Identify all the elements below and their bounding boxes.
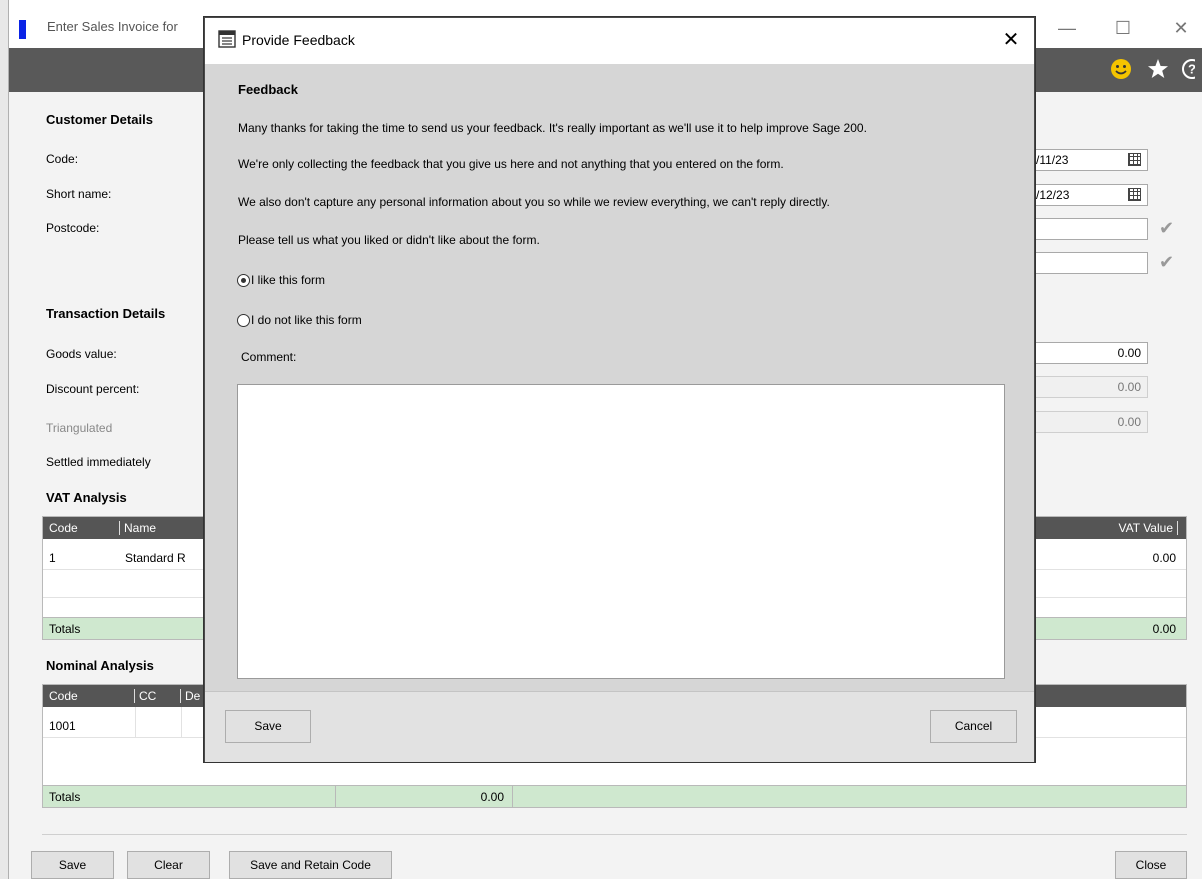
calendar-icon[interactable]	[1128, 153, 1141, 166]
like-radio[interactable]	[237, 274, 250, 287]
nominal-col-code[interactable]: Code	[49, 689, 78, 703]
discount-percent-label: Discount percent:	[46, 382, 140, 396]
transaction-details-heading: Transaction Details	[46, 306, 166, 321]
invoice-date-value: /11/23	[1036, 153, 1069, 167]
help-icon[interactable]: ?	[1181, 58, 1195, 82]
vat-row-code[interactable]: 1	[49, 551, 56, 565]
customer-details-heading: Customer Details	[46, 112, 153, 127]
goods-value-field[interactable]: 0.00	[1029, 342, 1148, 364]
dialog-close-icon[interactable]: ✕	[998, 26, 1024, 54]
minimize-icon[interactable]: —	[1053, 14, 1081, 42]
save-and-retain-code-button[interactable]: Save and Retain Code	[229, 851, 392, 879]
vat-row-name[interactable]: Standard R	[125, 551, 186, 565]
nominal-totals-value: 0.00	[480, 790, 504, 804]
smiley-icon[interactable]	[1109, 58, 1133, 82]
calendar-icon[interactable]	[1128, 188, 1141, 201]
feedback-paragraph-2: We're only collecting the feedback that …	[238, 157, 784, 171]
vat-totals-value: 0.00	[1152, 622, 1176, 636]
app-icon	[19, 20, 26, 39]
settled-immediately-label: Settled immediately	[46, 455, 151, 469]
dialog-footer: Save Cancel	[205, 691, 1034, 762]
short-name-label: Short name:	[46, 187, 112, 201]
postcode-label: Postcode:	[46, 221, 100, 235]
vat-row-value[interactable]: 0.00	[1153, 551, 1176, 565]
main-window-title: Enter Sales Invoice for	[47, 19, 178, 34]
reference-field[interactable]	[1029, 218, 1148, 240]
feedback-paragraph-4: Please tell us what you liked or didn't …	[238, 233, 540, 247]
nominal-totals-label: Totals	[49, 790, 81, 804]
provide-feedback-dialog: Provide Feedback ✕ Feedback Many thanks …	[204, 17, 1035, 762]
help-glyph: ?	[1188, 62, 1195, 77]
second-reference-field[interactable]	[1029, 252, 1148, 274]
save-button[interactable]: Save	[31, 851, 114, 879]
discount-value-field: 0.00	[1029, 376, 1148, 398]
dislike-radio[interactable]	[237, 314, 250, 327]
nominal-totals-row: Totals 0.00	[43, 785, 1186, 807]
code-label: Code:	[46, 152, 79, 166]
nominal-col-description[interactable]: De	[180, 689, 200, 703]
like-radio-label[interactable]: I like this form	[251, 273, 325, 287]
vat-col-vat-value[interactable]: VAT Value	[1119, 521, 1178, 535]
feedback-paragraph-3: We also don't capture any personal infor…	[238, 195, 830, 209]
checkmark-icon[interactable]: ✔	[1159, 252, 1174, 273]
maximize-icon[interactable]: ☐	[1109, 14, 1137, 42]
nominal-analysis-heading: Nominal Analysis	[46, 658, 154, 673]
star-icon[interactable]	[1146, 58, 1170, 82]
due-date-field[interactable]: /12/23	[1029, 184, 1148, 206]
vat-totals-label: Totals	[49, 622, 81, 636]
vat-col-name[interactable]: Name	[119, 521, 156, 535]
nominal-col-cc[interactable]: CC	[134, 689, 156, 703]
comment-label: Comment:	[241, 350, 297, 364]
due-date-value: /12/23	[1036, 188, 1070, 202]
vat-analysis-heading: VAT Analysis	[46, 490, 127, 505]
vat-col-code[interactable]: Code	[49, 521, 78, 535]
goods-value-label: Goods value:	[46, 347, 117, 361]
nominal-row-code[interactable]: 1001	[49, 719, 76, 733]
comment-textarea[interactable]	[237, 384, 1005, 679]
nominal-totals-cell: 0.00	[335, 786, 513, 807]
close-button[interactable]: Close	[1115, 851, 1187, 879]
dialog-title-bar: Provide Feedback ✕	[205, 18, 1034, 64]
form-icon	[218, 30, 236, 48]
vat-amount-field: 0.00	[1029, 411, 1148, 433]
feedback-cancel-button[interactable]: Cancel	[930, 710, 1017, 743]
invoice-date-field[interactable]: /11/23	[1029, 149, 1148, 171]
feedback-heading: Feedback	[238, 82, 298, 97]
window-close-icon[interactable]: ✕	[1167, 14, 1195, 42]
feedback-paragraph-1: Many thanks for taking the time to send …	[238, 121, 867, 135]
dialog-title: Provide Feedback	[242, 32, 355, 48]
triangulated-label: Triangulated	[46, 421, 113, 435]
checkmark-icon[interactable]: ✔	[1159, 218, 1174, 239]
feedback-save-button[interactable]: Save	[225, 710, 311, 743]
dialog-body: Feedback Many thanks for taking the time…	[205, 64, 1034, 689]
clear-button[interactable]: Clear	[127, 851, 210, 879]
dislike-radio-label[interactable]: I do not like this form	[251, 313, 362, 327]
